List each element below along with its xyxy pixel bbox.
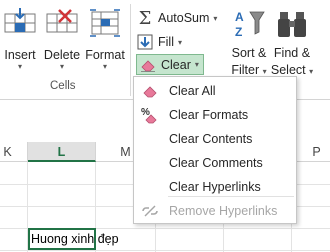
find-select-caret: ▾ [309,67,314,76]
fill-down-icon [136,33,154,51]
column-header-k[interactable]: K [0,142,28,162]
find-select-label-2-text: Select [270,63,306,77]
clear-label: Clear [161,57,191,72]
eraser-icon [134,80,166,102]
autosum-caret: ▾ [213,13,218,23]
menu-item-label: Remove Hyperlinks [169,204,278,218]
delete-label: Delete [43,48,81,62]
menu-item-label: Clear Formats [169,108,249,122]
delete-caret: ▾ [59,62,64,71]
menu-item-clear-hyperlinks[interactable]: Clear Hyperlinks [134,176,296,198]
sort-filter-icon: A Z [235,10,265,39]
find-select-button[interactable]: Find & Select ▾ [270,8,314,78]
delete-button[interactable]: Delete ▾ [42,4,82,78]
menu-item-label: Clear All [169,84,216,98]
format-button[interactable]: Format ▾ [84,4,126,78]
menu-item-clear-contents[interactable]: Clear Contents [134,128,296,150]
insert-button[interactable]: Insert ▾ [0,4,40,78]
column-header-p[interactable]: P [292,142,330,162]
insert-label: Insert [4,48,36,62]
active-cell-text: Huong xinh đẹp [31,232,119,246]
eraser-icon [139,56,157,74]
percent-eraser-icon: % [134,104,166,126]
menu-item-label: Clear Hyperlinks [169,180,261,194]
menu-separator [168,196,294,197]
svg-text:Z: Z [235,25,242,39]
grid-line [0,250,330,251]
find-select-label-1: Find & [273,46,311,60]
fill-button[interactable]: Fill ▾ [136,32,182,52]
cells-group-label: Cells [50,80,76,92]
autosum-label: AutoSum [158,11,210,25]
svg-text:A: A [235,10,244,24]
sort-filter-button[interactable]: A Z Sort & Filter ▾ [228,8,270,78]
sort-filter-label-1: Sort & [231,46,267,60]
sort-filter-caret: ▾ [262,67,267,76]
unlink-icon [134,200,166,222]
menu-item-clear-all[interactable]: Clear All [134,80,296,102]
format-cells-icon [90,9,120,37]
menu-item-label: Clear Comments [169,156,263,170]
menu-item-label: Clear Contents [169,132,253,146]
menu-item-clear-comments[interactable]: Clear Comments [134,152,296,174]
svg-text:%: % [141,107,150,118]
delete-cells-icon [46,9,78,33]
format-caret: ▾ [102,62,107,71]
fill-caret: ▾ [177,37,182,47]
sigma-icon: Σ [138,7,152,29]
column-header-l[interactable]: L [28,142,96,162]
fill-label: Fill [158,35,174,49]
clear-caret: ▾ [194,60,199,69]
format-label: Format [85,48,125,62]
clear-dropdown-menu: Clear All % Clear Formats Clear Contents… [133,76,297,224]
binoculars-icon [278,12,306,37]
clear-button[interactable]: Clear ▾ [136,54,204,75]
group-separator [130,4,131,96]
insert-cells-icon [4,8,36,33]
menu-item-remove-hyperlinks: Remove Hyperlinks [134,200,296,222]
menu-item-clear-formats[interactable]: % Clear Formats [134,104,296,126]
insert-caret: ▾ [17,62,22,71]
sort-filter-label-2-text: Filter [231,63,260,77]
autosum-button[interactable]: Σ AutoSum ▾ [136,7,218,29]
